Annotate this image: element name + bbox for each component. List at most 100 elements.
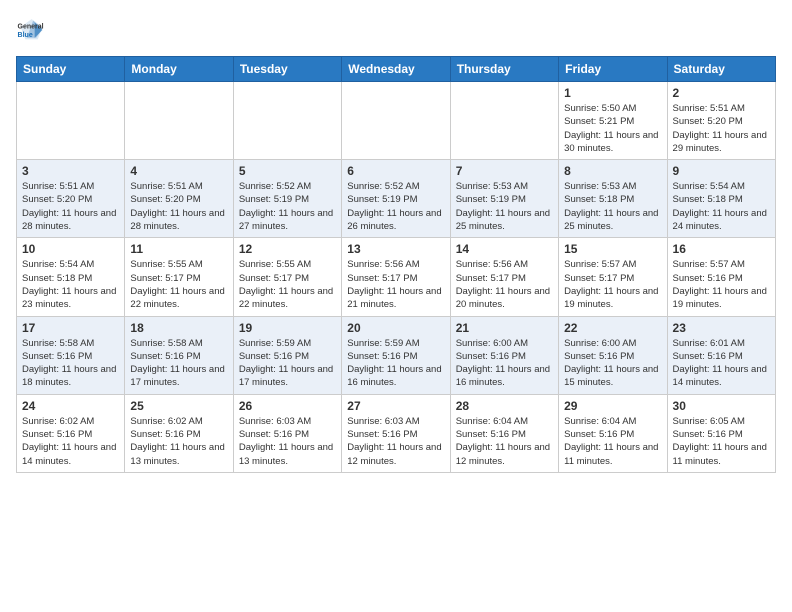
day-info: Sunrise: 5:51 AMSunset: 5:20 PMDaylight:… [22, 180, 119, 233]
calendar-cell [450, 82, 558, 160]
logo: General Blue [16, 16, 44, 44]
day-info: Sunrise: 5:58 AMSunset: 5:16 PMDaylight:… [22, 337, 119, 390]
day-info: Sunrise: 5:57 AMSunset: 5:17 PMDaylight:… [564, 258, 661, 311]
svg-text:General: General [18, 23, 44, 30]
day-number: 13 [347, 242, 444, 256]
day-number: 20 [347, 321, 444, 335]
day-info: Sunrise: 6:04 AMSunset: 5:16 PMDaylight:… [456, 415, 553, 468]
day-number: 6 [347, 164, 444, 178]
day-number: 19 [239, 321, 336, 335]
day-info: Sunrise: 5:59 AMSunset: 5:16 PMDaylight:… [239, 337, 336, 390]
calendar-cell: 3 Sunrise: 5:51 AMSunset: 5:20 PMDaylight… [17, 160, 125, 238]
page-header: General Blue [16, 16, 776, 44]
day-info: Sunrise: 5:54 AMSunset: 5:18 PMDaylight:… [673, 180, 770, 233]
calendar-cell: 4 Sunrise: 5:51 AMSunset: 5:20 PMDaylight… [125, 160, 233, 238]
day-number: 30 [673, 399, 770, 413]
day-number: 17 [22, 321, 119, 335]
day-number: 23 [673, 321, 770, 335]
day-number: 1 [564, 86, 661, 100]
weekday-header-row: SundayMondayTuesdayWednesdayThursdayFrid… [17, 57, 776, 82]
calendar-cell: 19 Sunrise: 5:59 AMSunset: 5:16 PMDayligh… [233, 316, 341, 394]
calendar-cell: 20 Sunrise: 5:59 AMSunset: 5:16 PMDayligh… [342, 316, 450, 394]
day-number: 14 [456, 242, 553, 256]
day-number: 12 [239, 242, 336, 256]
day-info: Sunrise: 6:05 AMSunset: 5:16 PMDaylight:… [673, 415, 770, 468]
day-info: Sunrise: 6:01 AMSunset: 5:16 PMDaylight:… [673, 337, 770, 390]
calendar-cell [233, 82, 341, 160]
calendar-cell: 30 Sunrise: 6:05 AMSunset: 5:16 PMDayligh… [667, 394, 775, 472]
day-info: Sunrise: 5:51 AMSunset: 5:20 PMDaylight:… [130, 180, 227, 233]
day-info: Sunrise: 5:50 AMSunset: 5:21 PMDaylight:… [564, 102, 661, 155]
calendar-cell: 6Sunrise: 5:52 AMSunset: 5:19 PMDaylight… [342, 160, 450, 238]
day-info: Sunrise: 5:55 AMSunset: 5:17 PMDaylight:… [239, 258, 336, 311]
calendar-cell: 7Sunrise: 5:53 AMSunset: 5:19 PMDaylight… [450, 160, 558, 238]
day-number: 27 [347, 399, 444, 413]
calendar-cell: 12 Sunrise: 5:55 AMSunset: 5:17 PMDayligh… [233, 238, 341, 316]
day-info: Sunrise: 5:58 AMSunset: 5:16 PMDaylight:… [130, 337, 227, 390]
calendar-cell: 28 Sunrise: 6:04 AMSunset: 5:16 PMDayligh… [450, 394, 558, 472]
day-number: 28 [456, 399, 553, 413]
calendar-cell: 11Sunrise: 5:55 AMSunset: 5:17 PMDayligh… [125, 238, 233, 316]
weekday-header: Wednesday [342, 57, 450, 82]
weekday-header: Tuesday [233, 57, 341, 82]
calendar-cell: 18 Sunrise: 5:58 AMSunset: 5:16 PMDayligh… [125, 316, 233, 394]
logo-icon: General Blue [16, 16, 44, 44]
day-number: 29 [564, 399, 661, 413]
day-info: Sunrise: 6:02 AMSunset: 5:16 PMDaylight:… [130, 415, 227, 468]
day-info: Sunrise: 5:56 AMSunset: 5:17 PMDaylight:… [456, 258, 553, 311]
day-info: Sunrise: 5:59 AMSunset: 5:16 PMDaylight:… [347, 337, 444, 390]
day-info: Sunrise: 6:03 AMSunset: 5:16 PMDaylight:… [347, 415, 444, 468]
calendar-week-row: 1 Sunrise: 5:50 AMSunset: 5:21 PMDaylight… [17, 82, 776, 160]
day-number: 4 [130, 164, 227, 178]
day-number: 5 [239, 164, 336, 178]
weekday-header: Friday [559, 57, 667, 82]
calendar-week-row: 10Sunrise: 5:54 AMSunset: 5:18 PMDayligh… [17, 238, 776, 316]
day-info: Sunrise: 5:51 AMSunset: 5:20 PMDaylight:… [673, 102, 770, 155]
calendar-cell: 17 Sunrise: 5:58 AMSunset: 5:16 PMDayligh… [17, 316, 125, 394]
calendar-cell: 22 Sunrise: 6:00 AMSunset: 5:16 PMDayligh… [559, 316, 667, 394]
day-number: 3 [22, 164, 119, 178]
day-info: Sunrise: 6:00 AMSunset: 5:16 PMDaylight:… [564, 337, 661, 390]
weekday-header: Monday [125, 57, 233, 82]
day-info: Sunrise: 5:52 AMSunset: 5:19 PMDaylight:… [239, 180, 336, 233]
calendar-cell: 29 Sunrise: 6:04 AMSunset: 5:16 PMDayligh… [559, 394, 667, 472]
calendar-cell: 27 Sunrise: 6:03 AMSunset: 5:16 PMDayligh… [342, 394, 450, 472]
day-number: 10 [22, 242, 119, 256]
day-number: 7 [456, 164, 553, 178]
calendar-cell: 13 Sunrise: 5:56 AMSunset: 5:17 PMDayligh… [342, 238, 450, 316]
day-number: 22 [564, 321, 661, 335]
weekday-header: Thursday [450, 57, 558, 82]
calendar-cell: 10Sunrise: 5:54 AMSunset: 5:18 PMDayligh… [17, 238, 125, 316]
calendar-cell: 2 Sunrise: 5:51 AMSunset: 5:20 PMDaylight… [667, 82, 775, 160]
day-info: Sunrise: 6:00 AMSunset: 5:16 PMDaylight:… [456, 337, 553, 390]
day-info: Sunrise: 6:04 AMSunset: 5:16 PMDaylight:… [564, 415, 661, 468]
weekday-header: Sunday [17, 57, 125, 82]
day-number: 8 [564, 164, 661, 178]
day-number: 16 [673, 242, 770, 256]
day-info: Sunrise: 6:03 AMSunset: 5:16 PMDaylight:… [239, 415, 336, 468]
day-number: 25 [130, 399, 227, 413]
calendar-cell: 1 Sunrise: 5:50 AMSunset: 5:21 PMDaylight… [559, 82, 667, 160]
calendar-table: SundayMondayTuesdayWednesdayThursdayFrid… [16, 56, 776, 473]
calendar-cell: 15Sunrise: 5:57 AMSunset: 5:17 PMDayligh… [559, 238, 667, 316]
calendar-week-row: 17 Sunrise: 5:58 AMSunset: 5:16 PMDayligh… [17, 316, 776, 394]
weekday-header: Saturday [667, 57, 775, 82]
calendar-cell: 23 Sunrise: 6:01 AMSunset: 5:16 PMDayligh… [667, 316, 775, 394]
day-number: 2 [673, 86, 770, 100]
calendar-cell [342, 82, 450, 160]
calendar-cell: 16 Sunrise: 5:57 AMSunset: 5:16 PMDayligh… [667, 238, 775, 316]
day-number: 18 [130, 321, 227, 335]
calendar-cell: 24 Sunrise: 6:02 AMSunset: 5:16 PMDayligh… [17, 394, 125, 472]
day-info: Sunrise: 6:02 AMSunset: 5:16 PMDaylight:… [22, 415, 119, 468]
calendar-cell: 26Sunrise: 6:03 AMSunset: 5:16 PMDayligh… [233, 394, 341, 472]
calendar-cell: 9 Sunrise: 5:54 AMSunset: 5:18 PMDaylight… [667, 160, 775, 238]
svg-text:Blue: Blue [18, 32, 33, 39]
day-info: Sunrise: 5:57 AMSunset: 5:16 PMDaylight:… [673, 258, 770, 311]
calendar-cell: 21Sunrise: 6:00 AMSunset: 5:16 PMDayligh… [450, 316, 558, 394]
calendar-cell [125, 82, 233, 160]
day-info: Sunrise: 5:56 AMSunset: 5:17 PMDaylight:… [347, 258, 444, 311]
day-number: 9 [673, 164, 770, 178]
day-number: 24 [22, 399, 119, 413]
day-info: Sunrise: 5:53 AMSunset: 5:18 PMDaylight:… [564, 180, 661, 233]
calendar-cell: 14 Sunrise: 5:56 AMSunset: 5:17 PMDayligh… [450, 238, 558, 316]
